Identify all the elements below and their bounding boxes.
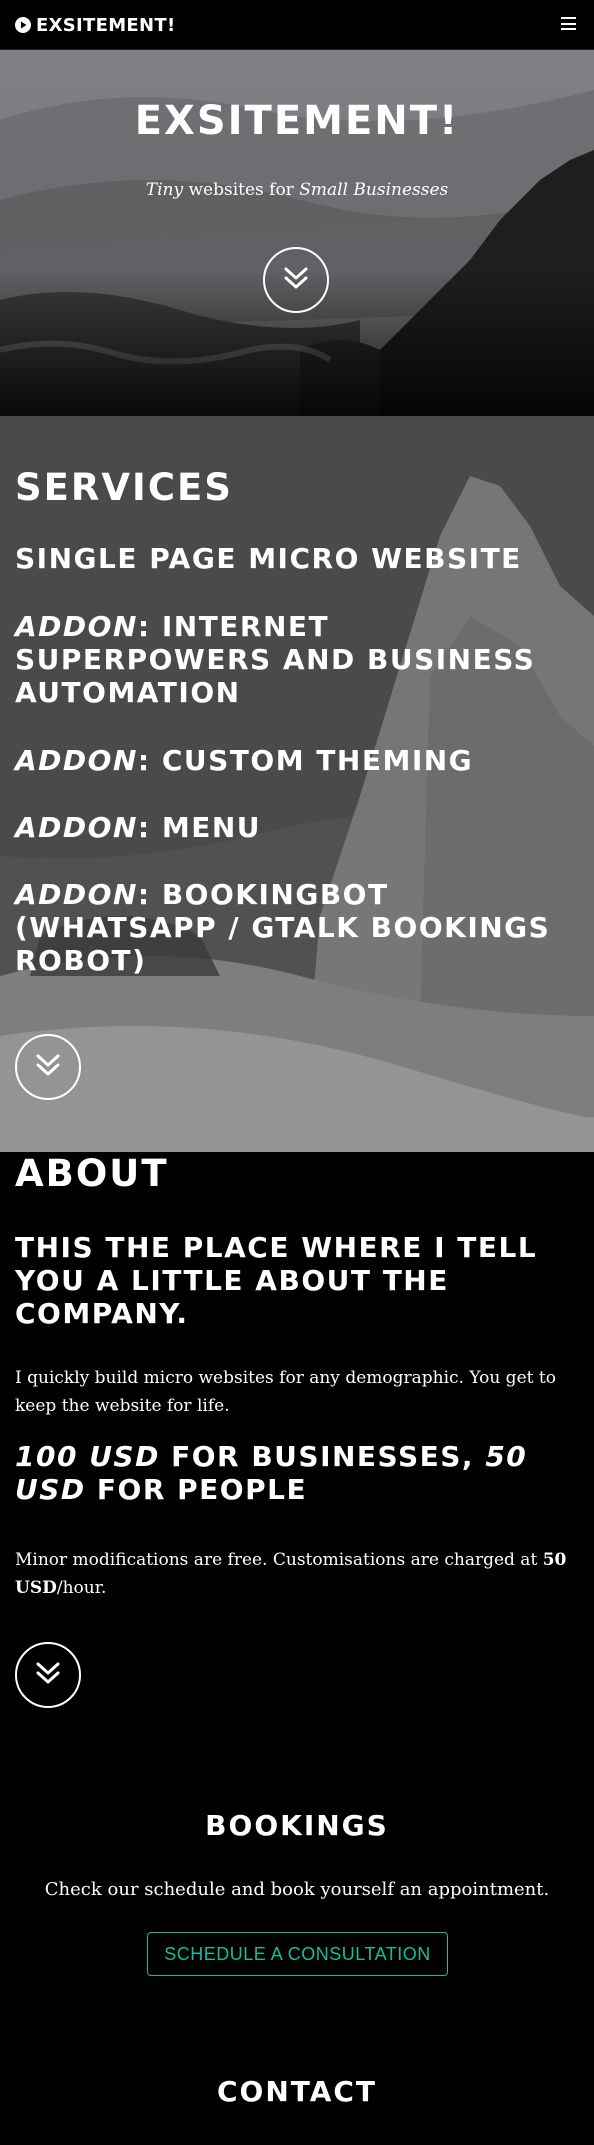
service-item-internet-superpowers: Addon: Internet superpowers and Business…: [15, 610, 575, 709]
service-item-custom-theming: Addon: Custom Theming: [15, 744, 575, 777]
contact-heading: CONTACT: [216, 2075, 378, 2108]
about-paragraph: I quickly build micro websites for any d…: [15, 1368, 556, 1416]
about-scroll-down-button[interactable]: [15, 1642, 81, 1708]
rates-text: Minor modifications are free. Customisat…: [15, 1550, 543, 1570]
about-heading: ABOUT: [15, 1152, 169, 1195]
schedule-consultation-button[interactable]: Schedule a consultation: [147, 1932, 448, 1976]
brand-name: EXSITEMENT!: [36, 14, 176, 36]
double-chevron-down-icon: [34, 1660, 62, 1690]
service-item-bookingbot: Addon: BookingBot (WhatsApp / GTalk book…: [15, 878, 575, 977]
price-text-end: for people: [85, 1473, 308, 1506]
hero-section: EXSITEMENT! Tiny websites for Small Busi…: [0, 50, 594, 416]
hero-subtitle-text: websites for: [183, 180, 300, 200]
hero-subtitle: Tiny websites for Small Businesses: [0, 180, 594, 200]
service-item-prefix: Addon: [15, 744, 138, 777]
price-business: 100 USD: [15, 1440, 160, 1473]
hero-scroll-down-button[interactable]: [263, 247, 329, 313]
services-scroll-down-button[interactable]: [15, 1034, 81, 1100]
hero-subtitle-emphasis-tiny: Tiny: [145, 180, 184, 200]
service-item-prefix: Addon: [15, 610, 138, 643]
hero-title: EXSITEMENT!: [134, 98, 460, 144]
service-item-text: : Custom Theming: [137, 744, 474, 777]
service-item-menu: Addon: Menu: [15, 811, 575, 844]
double-chevron-down-icon: [282, 265, 310, 295]
service-item-prefix: Addon: [15, 811, 138, 844]
services-heading: SERVICES: [15, 466, 233, 509]
about-tagline: This the place where I tell you a little…: [15, 1231, 538, 1330]
about-section: ABOUT This the place where I tell you a …: [0, 1152, 594, 1732]
service-item-text: : Menu: [137, 811, 261, 844]
double-chevron-down-icon: [34, 1052, 62, 1082]
about-rates-paragraph: Minor modifications are free. Customisat…: [15, 1546, 575, 1602]
service-item-text: Single page micro website: [15, 542, 522, 575]
rates-text-end: /hour.: [56, 1578, 107, 1598]
rock-background-image: [0, 416, 594, 1152]
services-section: SERVICES Single page micro website Addon…: [0, 416, 594, 1152]
bookings-text: Check our schedule and book yourself an …: [44, 1879, 550, 1900]
navbar: EXSITEMENT!: [0, 0, 594, 50]
service-item-micro-website: Single page micro website: [15, 542, 575, 575]
hero-subtitle-emphasis-business: Small Businesses: [299, 180, 449, 200]
hamburger-menu-icon[interactable]: [561, 17, 576, 30]
price-text: for businesses,: [159, 1440, 486, 1473]
bookings-heading: BOOKINGS: [205, 1809, 389, 1842]
about-pricing: 100 USD for businesses, 50 USD for peopl…: [15, 1440, 585, 1506]
play-circle-icon: [15, 17, 31, 33]
service-item-prefix: Addon: [15, 878, 138, 911]
brand-link[interactable]: EXSITEMENT!: [15, 13, 175, 37]
